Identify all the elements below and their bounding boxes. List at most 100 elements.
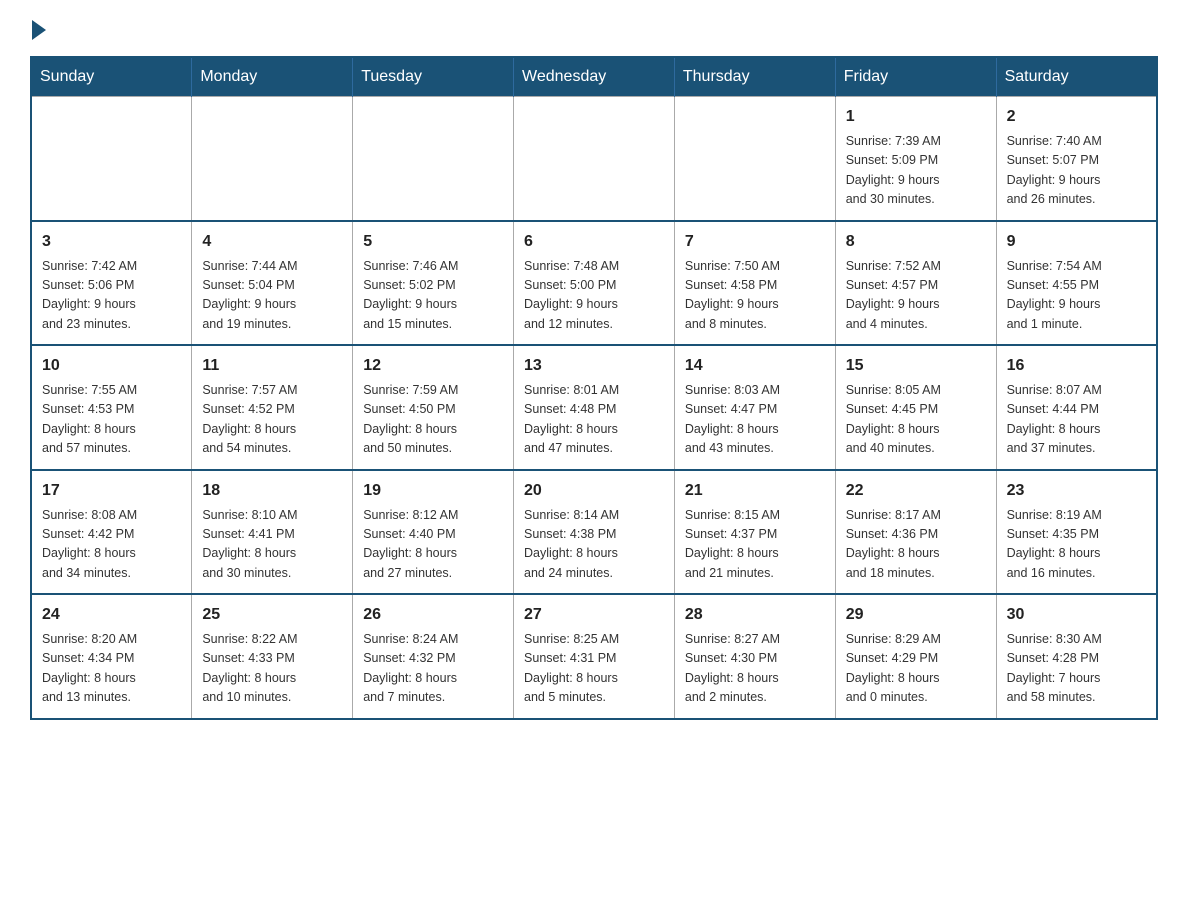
- day-number: 21: [685, 479, 825, 503]
- calendar-week-row: 1 Sunrise: 7:39 AMSunset: 5:09 PMDaylight…: [31, 97, 1157, 221]
- day-info: Sunrise: 7:59 AMSunset: 4:50 PMDaylight:…: [363, 381, 503, 459]
- day-number: 9: [1007, 230, 1146, 254]
- calendar-cell: 11 Sunrise: 7:57 AMSunset: 4:52 PMDayligh…: [192, 345, 353, 470]
- calendar-cell: 27Sunrise: 8:25 AMSunset: 4:31 PMDayligh…: [514, 594, 675, 719]
- day-number: 7: [685, 230, 825, 254]
- day-number: 6: [524, 230, 664, 254]
- calendar-cell: 16 Sunrise: 8:07 AMSunset: 4:44 PMDayligh…: [996, 345, 1157, 470]
- day-number: 19: [363, 479, 503, 503]
- day-info: Sunrise: 8:01 AMSunset: 4:48 PMDaylight:…: [524, 381, 664, 459]
- col-header-saturday: Saturday: [996, 57, 1157, 97]
- day-info: Sunrise: 7:57 AMSunset: 4:52 PMDaylight:…: [202, 381, 342, 459]
- calendar-cell: 9Sunrise: 7:54 AMSunset: 4:55 PMDaylight…: [996, 221, 1157, 346]
- day-number: 16: [1007, 354, 1146, 378]
- day-number: 26: [363, 603, 503, 627]
- day-info: Sunrise: 8:17 AMSunset: 4:36 PMDaylight:…: [846, 506, 986, 584]
- day-info: Sunrise: 8:14 AMSunset: 4:38 PMDaylight:…: [524, 506, 664, 584]
- calendar-cell: 28 Sunrise: 8:27 AMSunset: 4:30 PMDayligh…: [674, 594, 835, 719]
- day-info: Sunrise: 8:19 AMSunset: 4:35 PMDaylight:…: [1007, 506, 1146, 584]
- day-info: Sunrise: 7:40 AMSunset: 5:07 PMDaylight:…: [1007, 132, 1146, 210]
- day-number: 29: [846, 603, 986, 627]
- calendar-cell: [31, 97, 192, 221]
- day-info: Sunrise: 8:05 AMSunset: 4:45 PMDaylight:…: [846, 381, 986, 459]
- calendar-cell: 4Sunrise: 7:44 AMSunset: 5:04 PMDaylight…: [192, 221, 353, 346]
- calendar-cell: 29 Sunrise: 8:29 AMSunset: 4:29 PMDayligh…: [835, 594, 996, 719]
- calendar-cell: 1 Sunrise: 7:39 AMSunset: 5:09 PMDaylight…: [835, 97, 996, 221]
- col-header-monday: Monday: [192, 57, 353, 97]
- calendar-header-row: SundayMondayTuesdayWednesdayThursdayFrid…: [31, 57, 1157, 97]
- calendar-cell: 8 Sunrise: 7:52 AMSunset: 4:57 PMDaylight…: [835, 221, 996, 346]
- calendar-cell: 13Sunrise: 8:01 AMSunset: 4:48 PMDayligh…: [514, 345, 675, 470]
- day-info: Sunrise: 7:52 AMSunset: 4:57 PMDaylight:…: [846, 257, 986, 335]
- calendar-cell: 30 Sunrise: 8:30 AMSunset: 4:28 PMDayligh…: [996, 594, 1157, 719]
- day-number: 17: [42, 479, 181, 503]
- calendar-cell: 21 Sunrise: 8:15 AMSunset: 4:37 PMDayligh…: [674, 470, 835, 595]
- day-info: Sunrise: 8:03 AMSunset: 4:47 PMDaylight:…: [685, 381, 825, 459]
- calendar-cell: 12Sunrise: 7:59 AMSunset: 4:50 PMDayligh…: [353, 345, 514, 470]
- logo: [30, 20, 48, 40]
- day-number: 24: [42, 603, 181, 627]
- calendar-cell: 18 Sunrise: 8:10 AMSunset: 4:41 PMDayligh…: [192, 470, 353, 595]
- calendar-cell: [514, 97, 675, 221]
- calendar-cell: 2 Sunrise: 7:40 AMSunset: 5:07 PMDaylight…: [996, 97, 1157, 221]
- day-number: 18: [202, 479, 342, 503]
- logo-arrow-icon: [32, 20, 46, 40]
- day-info: Sunrise: 8:07 AMSunset: 4:44 PMDaylight:…: [1007, 381, 1146, 459]
- day-info: Sunrise: 8:30 AMSunset: 4:28 PMDaylight:…: [1007, 630, 1146, 708]
- day-number: 1: [846, 105, 986, 129]
- day-number: 14: [685, 354, 825, 378]
- calendar-cell: 24 Sunrise: 8:20 AMSunset: 4:34 PMDayligh…: [31, 594, 192, 719]
- calendar-cell: 15 Sunrise: 8:05 AMSunset: 4:45 PMDayligh…: [835, 345, 996, 470]
- day-number: 25: [202, 603, 342, 627]
- day-info: Sunrise: 8:24 AMSunset: 4:32 PMDaylight:…: [363, 630, 503, 708]
- day-number: 30: [1007, 603, 1146, 627]
- calendar-cell: 26 Sunrise: 8:24 AMSunset: 4:32 PMDayligh…: [353, 594, 514, 719]
- col-header-friday: Friday: [835, 57, 996, 97]
- calendar-cell: 7 Sunrise: 7:50 AMSunset: 4:58 PMDaylight…: [674, 221, 835, 346]
- day-number: 22: [846, 479, 986, 503]
- day-info: Sunrise: 8:20 AMSunset: 4:34 PMDaylight:…: [42, 630, 181, 708]
- day-info: Sunrise: 7:48 AMSunset: 5:00 PMDaylight:…: [524, 257, 664, 335]
- day-info: Sunrise: 8:08 AMSunset: 4:42 PMDaylight:…: [42, 506, 181, 584]
- calendar-cell: 6 Sunrise: 7:48 AMSunset: 5:00 PMDaylight…: [514, 221, 675, 346]
- col-header-thursday: Thursday: [674, 57, 835, 97]
- day-number: 23: [1007, 479, 1146, 503]
- calendar-week-row: 10Sunrise: 7:55 AMSunset: 4:53 PMDayligh…: [31, 345, 1157, 470]
- day-info: Sunrise: 8:12 AMSunset: 4:40 PMDaylight:…: [363, 506, 503, 584]
- calendar-cell: 19 Sunrise: 8:12 AMSunset: 4:40 PMDayligh…: [353, 470, 514, 595]
- calendar-cell: 5Sunrise: 7:46 AMSunset: 5:02 PMDaylight…: [353, 221, 514, 346]
- calendar-cell: [192, 97, 353, 221]
- day-info: Sunrise: 8:29 AMSunset: 4:29 PMDaylight:…: [846, 630, 986, 708]
- day-info: Sunrise: 7:39 AMSunset: 5:09 PMDaylight:…: [846, 132, 986, 210]
- day-info: Sunrise: 7:50 AMSunset: 4:58 PMDaylight:…: [685, 257, 825, 335]
- calendar-cell: 25Sunrise: 8:22 AMSunset: 4:33 PMDayligh…: [192, 594, 353, 719]
- day-info: Sunrise: 7:42 AMSunset: 5:06 PMDaylight:…: [42, 257, 181, 335]
- day-info: Sunrise: 8:10 AMSunset: 4:41 PMDaylight:…: [202, 506, 342, 584]
- day-number: 15: [846, 354, 986, 378]
- logo-area: [30, 20, 48, 36]
- calendar-cell: 17 Sunrise: 8:08 AMSunset: 4:42 PMDayligh…: [31, 470, 192, 595]
- calendar-cell: 23 Sunrise: 8:19 AMSunset: 4:35 PMDayligh…: [996, 470, 1157, 595]
- day-info: Sunrise: 8:25 AMSunset: 4:31 PMDaylight:…: [524, 630, 664, 708]
- page-header: [30, 20, 1158, 36]
- calendar-week-row: 17 Sunrise: 8:08 AMSunset: 4:42 PMDayligh…: [31, 470, 1157, 595]
- day-number: 20: [524, 479, 664, 503]
- col-header-tuesday: Tuesday: [353, 57, 514, 97]
- col-header-sunday: Sunday: [31, 57, 192, 97]
- day-number: 3: [42, 230, 181, 254]
- calendar-cell: 14 Sunrise: 8:03 AMSunset: 4:47 PMDayligh…: [674, 345, 835, 470]
- calendar-cell: 3 Sunrise: 7:42 AMSunset: 5:06 PMDaylight…: [31, 221, 192, 346]
- day-info: Sunrise: 7:55 AMSunset: 4:53 PMDaylight:…: [42, 381, 181, 459]
- day-info: Sunrise: 8:15 AMSunset: 4:37 PMDaylight:…: [685, 506, 825, 584]
- day-number: 28: [685, 603, 825, 627]
- day-info: Sunrise: 8:27 AMSunset: 4:30 PMDaylight:…: [685, 630, 825, 708]
- calendar-cell: 22 Sunrise: 8:17 AMSunset: 4:36 PMDayligh…: [835, 470, 996, 595]
- calendar-cell: 10Sunrise: 7:55 AMSunset: 4:53 PMDayligh…: [31, 345, 192, 470]
- day-number: 11: [202, 354, 342, 378]
- day-number: 2: [1007, 105, 1146, 129]
- day-number: 8: [846, 230, 986, 254]
- day-number: 4: [202, 230, 342, 254]
- day-info: Sunrise: 7:46 AMSunset: 5:02 PMDaylight:…: [363, 257, 503, 335]
- calendar-table: SundayMondayTuesdayWednesdayThursdayFrid…: [30, 56, 1158, 720]
- calendar-week-row: 3 Sunrise: 7:42 AMSunset: 5:06 PMDaylight…: [31, 221, 1157, 346]
